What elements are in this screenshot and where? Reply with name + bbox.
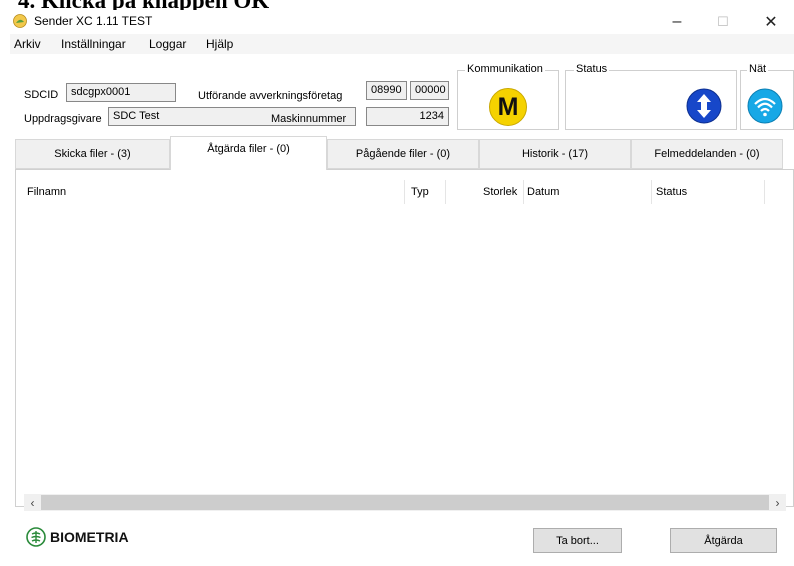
biometria-logo: BIOMETRIA [26, 527, 129, 547]
menu-hjalp[interactable]: Hjälp [206, 37, 233, 51]
column-separator [445, 180, 446, 204]
column-separator [523, 180, 524, 204]
utforande-label: Utförande avverkningsföretag [198, 90, 343, 102]
kommunikation-title: Kommunikation [465, 63, 545, 75]
column-separator [651, 180, 652, 204]
uppdragsgivare-label: Uppdragsgivare [24, 113, 102, 125]
nat-group: Nät [740, 63, 794, 130]
wifi-icon [747, 88, 783, 124]
kommunikation-group: Kommunikation M [457, 63, 559, 130]
tab-historik[interactable]: Historik - (17) [479, 139, 631, 169]
biometria-logo-icon [26, 527, 46, 547]
tab-panel: Filnamn Typ Storlek Datum Status ‹ › [15, 169, 794, 511]
tab-atgarda-filer[interactable]: Åtgärda filer - (0) [170, 136, 327, 170]
tab-skicka-filer[interactable]: Skicka filer - (3) [15, 139, 170, 169]
bottom-bar: BIOMETRIA Ta bort... Åtgärda [10, 515, 794, 555]
scroll-thumb[interactable] [41, 495, 769, 510]
title-bar: Sender XC 1.11 TEST – ☐ ✕ [10, 10, 794, 34]
window-title: Sender XC 1.11 TEST [34, 14, 153, 28]
sdcid-field: sdcgpx0001 [66, 83, 176, 102]
menu-installningar[interactable]: Inställningar [61, 37, 126, 51]
nat-title: Nät [747, 63, 769, 75]
column-status[interactable]: Status [656, 186, 687, 198]
column-datum[interactable]: Datum [527, 186, 559, 198]
tab-felmeddelanden[interactable]: Felmeddelanden - (0) [631, 139, 783, 169]
utforande-code2-field: 00000 [410, 81, 449, 100]
scroll-right-icon[interactable]: › [769, 494, 786, 511]
column-filnamn[interactable]: Filnamn [27, 186, 66, 198]
menu-arkiv[interactable]: Arkiv [14, 37, 41, 51]
horizontal-scrollbar[interactable]: ‹ › [24, 494, 786, 511]
minimize-button[interactable]: – [654, 10, 700, 34]
menu-bar: Arkiv Inställningar Loggar Hjälp [10, 34, 794, 54]
tab-pagaende-filer[interactable]: Pågående filer - (0) [327, 139, 479, 169]
column-typ[interactable]: Typ [411, 186, 429, 198]
scroll-left-icon[interactable]: ‹ [24, 494, 41, 511]
tab-strip: Skicka filer - (3) Åtgärda filer - (0) P… [15, 136, 794, 170]
ta-bort-button[interactable]: Ta bort... [533, 528, 622, 553]
utforande-code1-field: 08990 [366, 81, 407, 100]
sdcid-label: SDCID [24, 89, 59, 101]
app-logo-icon [13, 14, 27, 28]
maskinnummer-field: 1234 [366, 107, 449, 126]
transfer-arrows-icon [686, 88, 722, 124]
menu-loggar[interactable]: Loggar [149, 37, 186, 51]
column-separator [404, 180, 405, 204]
close-button[interactable]: ✕ [748, 10, 794, 34]
status-title: Status [574, 63, 610, 75]
table-header: Filnamn Typ Storlek Datum Status [24, 180, 786, 206]
biometria-logo-text: BIOMETRIA [50, 529, 129, 545]
column-storlek[interactable]: Storlek [483, 186, 517, 198]
status-group: Status [565, 63, 737, 130]
column-separator [764, 180, 765, 204]
maskinnummer-label: Maskinnummer [271, 113, 347, 125]
sender-window: Sender XC 1.11 TEST – ☐ ✕ Arkiv Inställn… [10, 10, 794, 566]
maximize-button[interactable]: ☐ [700, 10, 746, 34]
atgarda-button[interactable]: Åtgärda [670, 528, 777, 553]
kommunikation-m-icon: M [489, 88, 527, 126]
